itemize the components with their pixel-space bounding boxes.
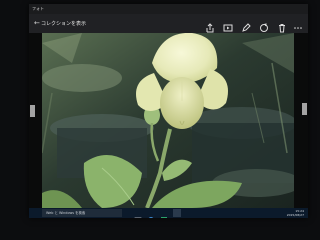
tray-date: 2015/08/27 <box>286 213 304 217</box>
rotate-icon[interactable] <box>259 18 269 32</box>
view-collection-title[interactable]: コレクションを表示 <box>41 20 86 27</box>
slideshow-icon[interactable] <box>223 18 233 32</box>
photo-viewer[interactable] <box>29 33 308 208</box>
edge-browser-icon[interactable] <box>147 209 155 218</box>
back-arrow-icon[interactable]: ← <box>34 19 40 27</box>
app-top-strip: フォト <box>29 4 308 14</box>
store-icon[interactable] <box>160 209 168 218</box>
photos-titlebar: ← コレクションを表示 <box>29 14 308 33</box>
photos-app-icon[interactable] <box>173 209 181 217</box>
flower-photo <box>42 33 294 208</box>
app-name: フォト <box>32 6 44 11</box>
monitor-screen: フォト ← コレクションを表示 Web と Windows を検索 15:24 … <box>29 4 308 218</box>
task-view-icon[interactable] <box>134 209 142 218</box>
more-icon[interactable] <box>293 18 303 29</box>
delete-icon[interactable] <box>277 18 287 33</box>
next-photo-button[interactable] <box>302 103 307 115</box>
windows-start-icon[interactable] <box>33 210 39 216</box>
share-icon[interactable] <box>205 18 215 33</box>
previous-photo-button[interactable] <box>30 105 35 117</box>
system-tray-clock[interactable]: 15:24 2015/08/27 <box>287 209 304 217</box>
edit-icon[interactable] <box>241 18 251 32</box>
windows-taskbar: Web と Windows を検索 15:24 2015/08/27 <box>29 208 308 218</box>
taskbar-search-box[interactable]: Web と Windows を検索 <box>42 209 122 217</box>
